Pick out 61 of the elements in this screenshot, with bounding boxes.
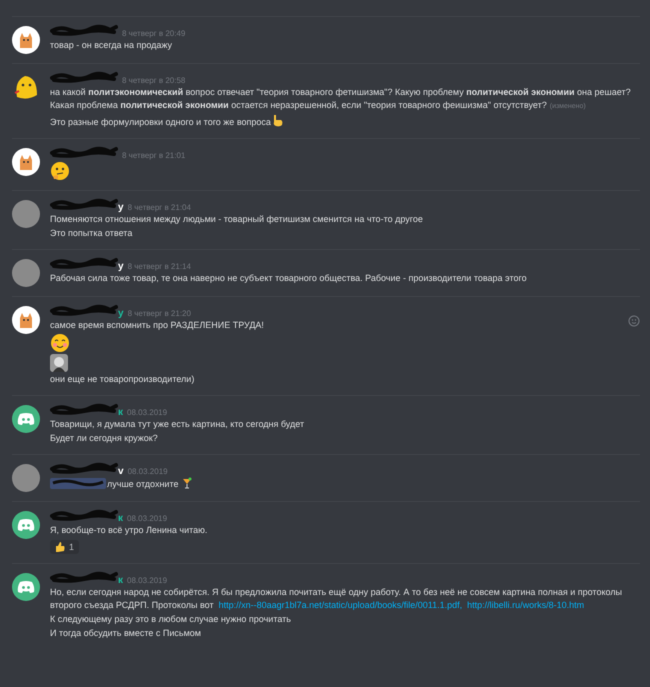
discord-avatar[interactable] (12, 573, 40, 601)
thinking-emoji-icon (50, 161, 70, 181)
thumbs-up-icon (55, 542, 65, 552)
message-text: они еще не товаропроизводители) (50, 373, 194, 386)
timestamp: 8 четверг в 20:49 (122, 29, 186, 38)
username[interactable]: y (118, 308, 124, 319)
username[interactable]: y (118, 202, 124, 213)
message-text: Товарищи, я думала тут уже есть картина, кто сегодня будет (50, 418, 304, 431)
username[interactable]: y (118, 261, 124, 272)
add-reaction-icon[interactable] (628, 315, 640, 327)
message-text: К следующему разу это в любом случае нужно прочитать (50, 613, 291, 626)
timestamp: 08.03.2019 (128, 467, 168, 476)
link[interactable]: http://xn--80aagr1bl7a.net/static/upload/books/file/0011.1.pdf, (218, 600, 462, 610)
redaction-scribble (50, 509, 118, 521)
message-text: Я, вообще-то всё утро Ленина читаю. (50, 524, 208, 537)
username[interactable]: к (118, 513, 124, 524)
redaction-scribble (50, 304, 118, 316)
message-text: Рабочая сила тоже товар, те она наверно не субъект товарного общества. Рабочие - производители товара этого (50, 272, 527, 285)
timestamp: 8 четверг в 21:20 (128, 309, 191, 318)
timestamp: 8 четверг в 21:04 (128, 203, 191, 212)
message-text: Это разные формулировки одного и того же вопроса (50, 114, 283, 129)
message-text: Но, если сегодня народ не собирётся. Я бы предложила почитать ещё одну работу. А то без неё не совсем картина полная и протоколы второго съезда РСДРП. Протоколы вот http://xn--80aagr1bl7a.net/static/upload/books/file/0011.1.pdf, http://libelli.ru/works/8-10.htm (50, 586, 624, 612)
portrait-emoji-icon (50, 354, 68, 372)
redaction-scribble (50, 198, 118, 210)
timestamp: 08.03.2019 (127, 576, 168, 585)
message-text: товар - он всегда на продажу (50, 39, 172, 52)
cocktail-icon (182, 477, 192, 489)
redaction-scribble (50, 257, 118, 269)
discord-avatar[interactable] (12, 405, 40, 433)
cat-avatar[interactable] (12, 148, 40, 176)
username[interactable]: к (118, 575, 124, 586)
message-text: Будет ли сегодня кружок? (50, 432, 158, 445)
message-text: самое время вспомнить про РАЗДЕЛЕНИЕ ТРУДА! (50, 319, 264, 332)
timestamp: 8 четверг в 20:58 (122, 76, 186, 85)
username[interactable]: к (118, 407, 124, 418)
discord-avatar[interactable] (12, 511, 40, 539)
timestamp: 08.03.2019 (127, 514, 168, 523)
redaction-scribble (50, 403, 118, 415)
message-text: Поменяются отношения между людьми - товарный фетишизм сменится на что-то другое (50, 213, 423, 226)
redaction-scribble (50, 462, 118, 474)
timestamp: 8 четверг в 21:01 (122, 151, 186, 160)
reaction-chip[interactable]: 1 (50, 540, 80, 554)
cat-avatar[interactable] (12, 306, 40, 334)
photo-placeholder[interactable] (12, 200, 40, 228)
redaction-scribble (50, 571, 118, 583)
timestamp: 8 четверг в 21:14 (128, 262, 191, 271)
message-text: Это попытка ответа (50, 227, 132, 240)
pointing-hand-icon (272, 114, 283, 127)
redaction-scribble (50, 24, 118, 36)
cat-avatar[interactable] (12, 26, 40, 54)
timestamp: 08.03.2019 (127, 408, 168, 417)
photo-placeholder[interactable] (12, 259, 40, 287)
link[interactable]: http://libelli.ru/works/8-10.htm (467, 600, 584, 610)
message-text: И тогда обсудить вместе с Письмом (50, 627, 201, 640)
blob-avatar[interactable] (12, 73, 40, 101)
redaction-scribble (50, 146, 118, 158)
username[interactable]: v (118, 466, 124, 477)
message-text: лучше отдохните (50, 477, 192, 491)
redaction-scribble (50, 71, 118, 83)
smiling-emoji-icon (50, 333, 70, 353)
photo-placeholder[interactable] (12, 464, 40, 492)
